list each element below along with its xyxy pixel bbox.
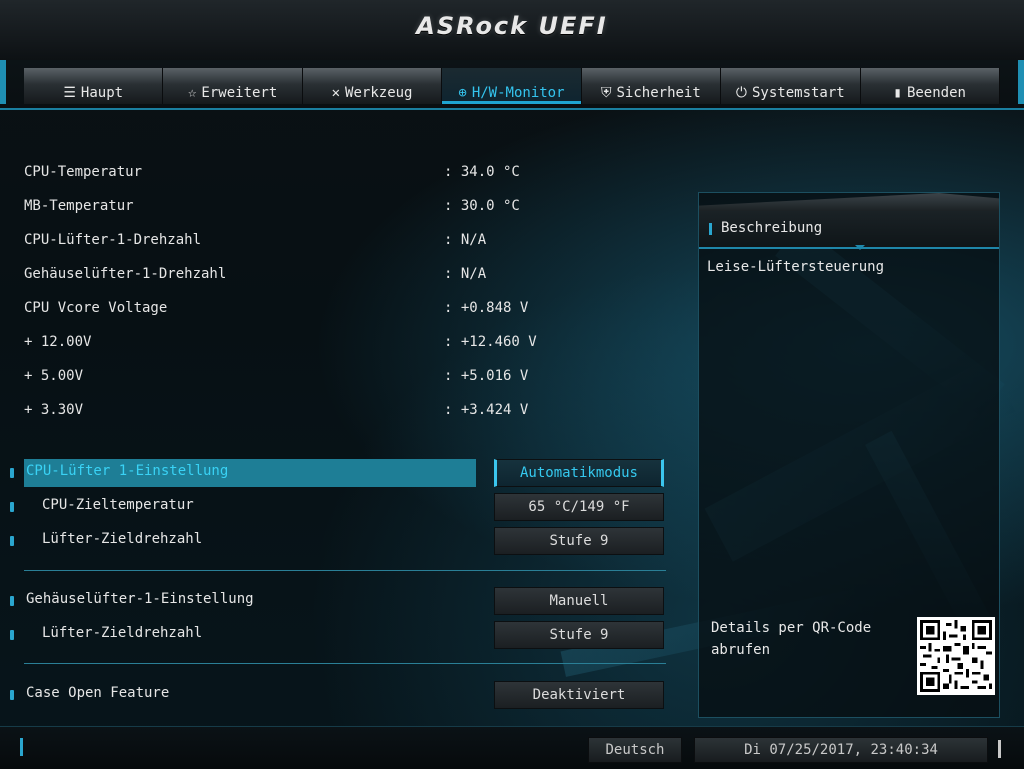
setting-value-button[interactable]: Stufe 9 <box>494 621 664 649</box>
setting-value-button[interactable]: Deaktiviert <box>494 681 664 709</box>
tab-sicherheit[interactable]: ⛨ Sicherheit <box>581 68 722 104</box>
description-header: Beschreibung <box>699 211 999 250</box>
item-marker-icon <box>10 536 14 546</box>
tab-label: Erweitert <box>201 85 278 101</box>
exit-icon: ▮ <box>893 85 902 101</box>
description-title: Beschreibung <box>721 220 823 236</box>
shield-icon: ⛨ <box>601 85 612 101</box>
reading-label: Gehäuselüfter-1-Drehzahl <box>24 266 227 282</box>
tab-bar: ☰ Haupt ☆ Erweitert ✕ Werkzeug ⊕ H/W-Mon… <box>24 68 1000 104</box>
reading-label: + 5.00V <box>24 368 84 384</box>
reading-label: + 3.30V <box>24 402 84 418</box>
item-marker-icon <box>10 630 14 640</box>
tab-werkzeug[interactable]: ✕ Werkzeug <box>302 68 443 104</box>
setting-case-open-feature[interactable]: Case Open Feature Deaktiviert <box>0 681 680 709</box>
tab-label: H/W-Monitor <box>471 85 565 101</box>
reading-value: : +12.460 V <box>444 334 537 350</box>
item-marker-icon <box>10 502 14 512</box>
reading-label: CPU-Lüfter-1-Drehzahl <box>24 232 202 248</box>
star-icon: ☆ <box>187 85 197 101</box>
setting-label: Case Open Feature <box>26 685 170 701</box>
setting-value-button[interactable]: Stufe 9 <box>494 527 664 555</box>
tab-hw-monitor[interactable]: ⊕ H/W-Monitor <box>442 68 582 104</box>
setting-cpu-target-temp[interactable]: CPU-Zieltemperatur 65 °C/149 °F <box>0 493 680 521</box>
item-marker-icon <box>10 690 14 700</box>
tools-icon: ✕ <box>331 85 341 101</box>
qr-code-icon[interactable] <box>917 617 995 695</box>
footer-marker-icon <box>998 740 1001 758</box>
tab-systemstart[interactable]: ⏻ Systemstart <box>721 68 861 104</box>
footer-marker-icon <box>20 738 23 756</box>
tab-label: Beenden <box>906 85 966 101</box>
pointer-icon <box>855 245 865 250</box>
reading-value: : N/A <box>444 266 487 282</box>
reading-label: + 12.00V <box>24 334 92 350</box>
reading-value: : 34.0 °C <box>444 164 520 180</box>
description-panel: Beschreibung Leise-Lüftersteuerung Detai… <box>698 192 1000 718</box>
monitor-icon: ⊕ <box>458 85 467 101</box>
setting-cpu-fan-target-speed[interactable]: Lüfter-Zieldrehzahl Stufe 9 <box>0 527 680 555</box>
tab-label: Werkzeug <box>345 85 413 101</box>
reading-value: : N/A <box>444 232 487 248</box>
reading-value: : +5.016 V <box>444 368 529 384</box>
divider <box>24 663 666 664</box>
header: ASRock UEFI <box>0 0 1024 60</box>
setting-label: Lüfter-Zieldrehzahl <box>42 531 203 547</box>
item-marker-icon <box>10 468 14 478</box>
setting-label: Gehäuselüfter-1-Einstellung <box>26 591 254 607</box>
tab-erweitert[interactable]: ☆ Erweitert <box>163 68 303 104</box>
setting-value-button[interactable]: Manuell <box>494 587 664 615</box>
list-icon: ☰ <box>63 85 76 101</box>
setting-cpu-fan-mode[interactable]: CPU-Lüfter 1-Einstellung Automatikmodus <box>0 459 680 487</box>
setting-value-button[interactable]: Automatikmodus <box>494 459 664 487</box>
app-logo: ASRock UEFI <box>416 12 608 40</box>
nav-edge-right <box>1018 60 1024 104</box>
setting-case-fan-mode[interactable]: Gehäuselüfter-1-Einstellung Manuell <box>0 587 680 615</box>
reading-value: : 30.0 °C <box>444 198 520 214</box>
header-marker-icon <box>709 223 712 235</box>
reading-label: CPU-Temperatur <box>24 164 143 180</box>
language-button[interactable]: Deutsch <box>588 737 682 763</box>
reading-value: : +3.424 V <box>444 402 529 418</box>
qr-label: Details per QR-Code abrufen <box>711 620 872 658</box>
panel-bevel <box>699 193 999 211</box>
setting-value-button[interactable]: 65 °C/149 °F <box>494 493 664 521</box>
tab-label: Haupt <box>80 85 124 101</box>
power-icon: ⏻ <box>735 85 747 101</box>
tab-label: Systemstart <box>752 85 845 101</box>
item-marker-icon <box>10 596 14 606</box>
reading-label: MB-Temperatur <box>24 198 134 214</box>
reading-value: : +0.848 V <box>444 300 529 316</box>
setting-label: CPU-Zieltemperatur <box>42 497 194 513</box>
nav-edge-left <box>0 60 6 104</box>
setting-label: Lüfter-Zieldrehzahl <box>42 625 203 641</box>
divider <box>24 570 666 571</box>
tab-label: Sicherheit <box>616 85 701 101</box>
description-text: Leise-Lüftersteuerung <box>707 259 885 275</box>
datetime-display: Di 07/25/2017, 23:40:34 <box>694 737 988 763</box>
reading-label: CPU Vcore Voltage <box>24 300 168 316</box>
tab-haupt[interactable]: ☰ Haupt <box>24 68 164 104</box>
tab-beenden[interactable]: ▮ Beenden <box>860 68 1000 104</box>
setting-label: CPU-Lüfter 1-Einstellung <box>26 463 229 479</box>
setting-case-fan-target-speed[interactable]: Lüfter-Zieldrehzahl Stufe 9 <box>0 621 680 649</box>
